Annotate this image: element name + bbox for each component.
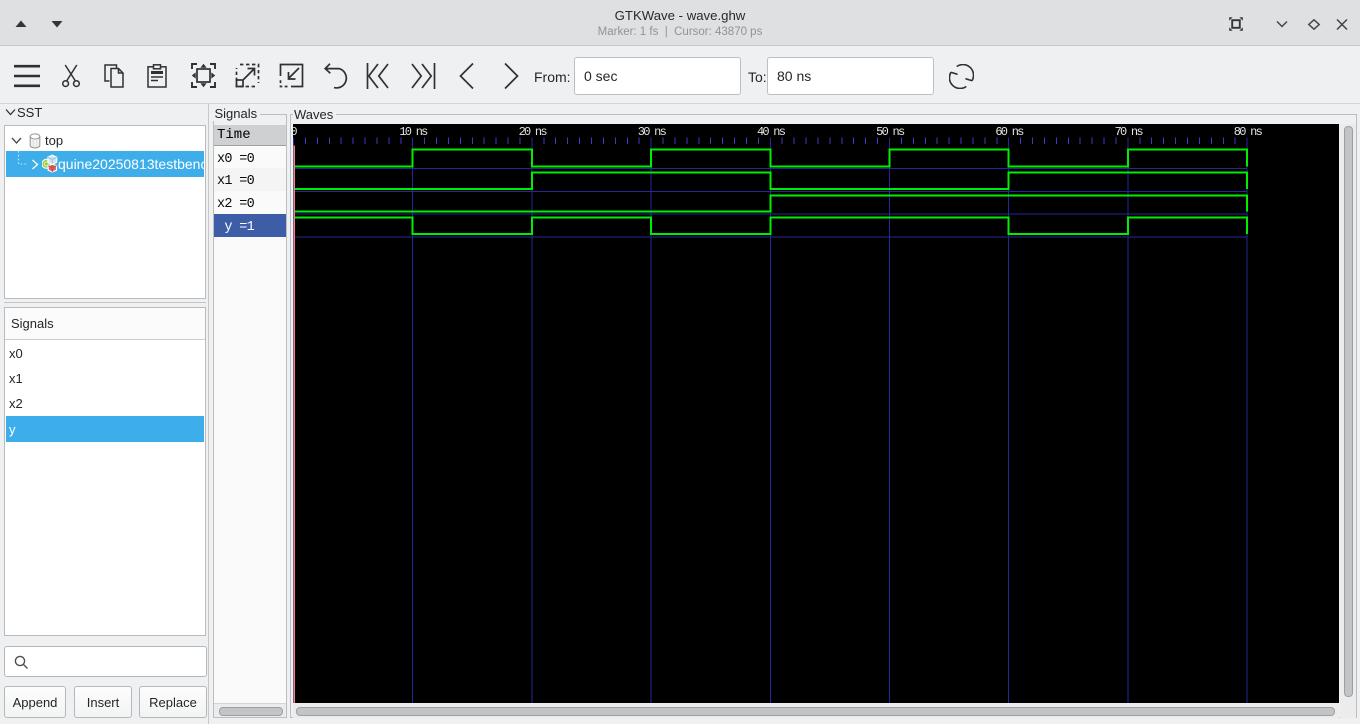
svg-text:30 ns: 30 ns — [638, 125, 667, 139]
svg-text:40 ns: 40 ns — [757, 125, 786, 139]
svg-text:10 ns: 10 ns — [399, 125, 428, 139]
svg-text:80 ns: 80 ns — [1234, 125, 1263, 139]
svg-text:60 ns: 60 ns — [995, 125, 1024, 139]
svg-text:70 ns: 70 ns — [1115, 125, 1144, 139]
svg-text:20 ns: 20 ns — [519, 125, 548, 139]
svg-text:50 ns: 50 ns — [876, 125, 905, 139]
